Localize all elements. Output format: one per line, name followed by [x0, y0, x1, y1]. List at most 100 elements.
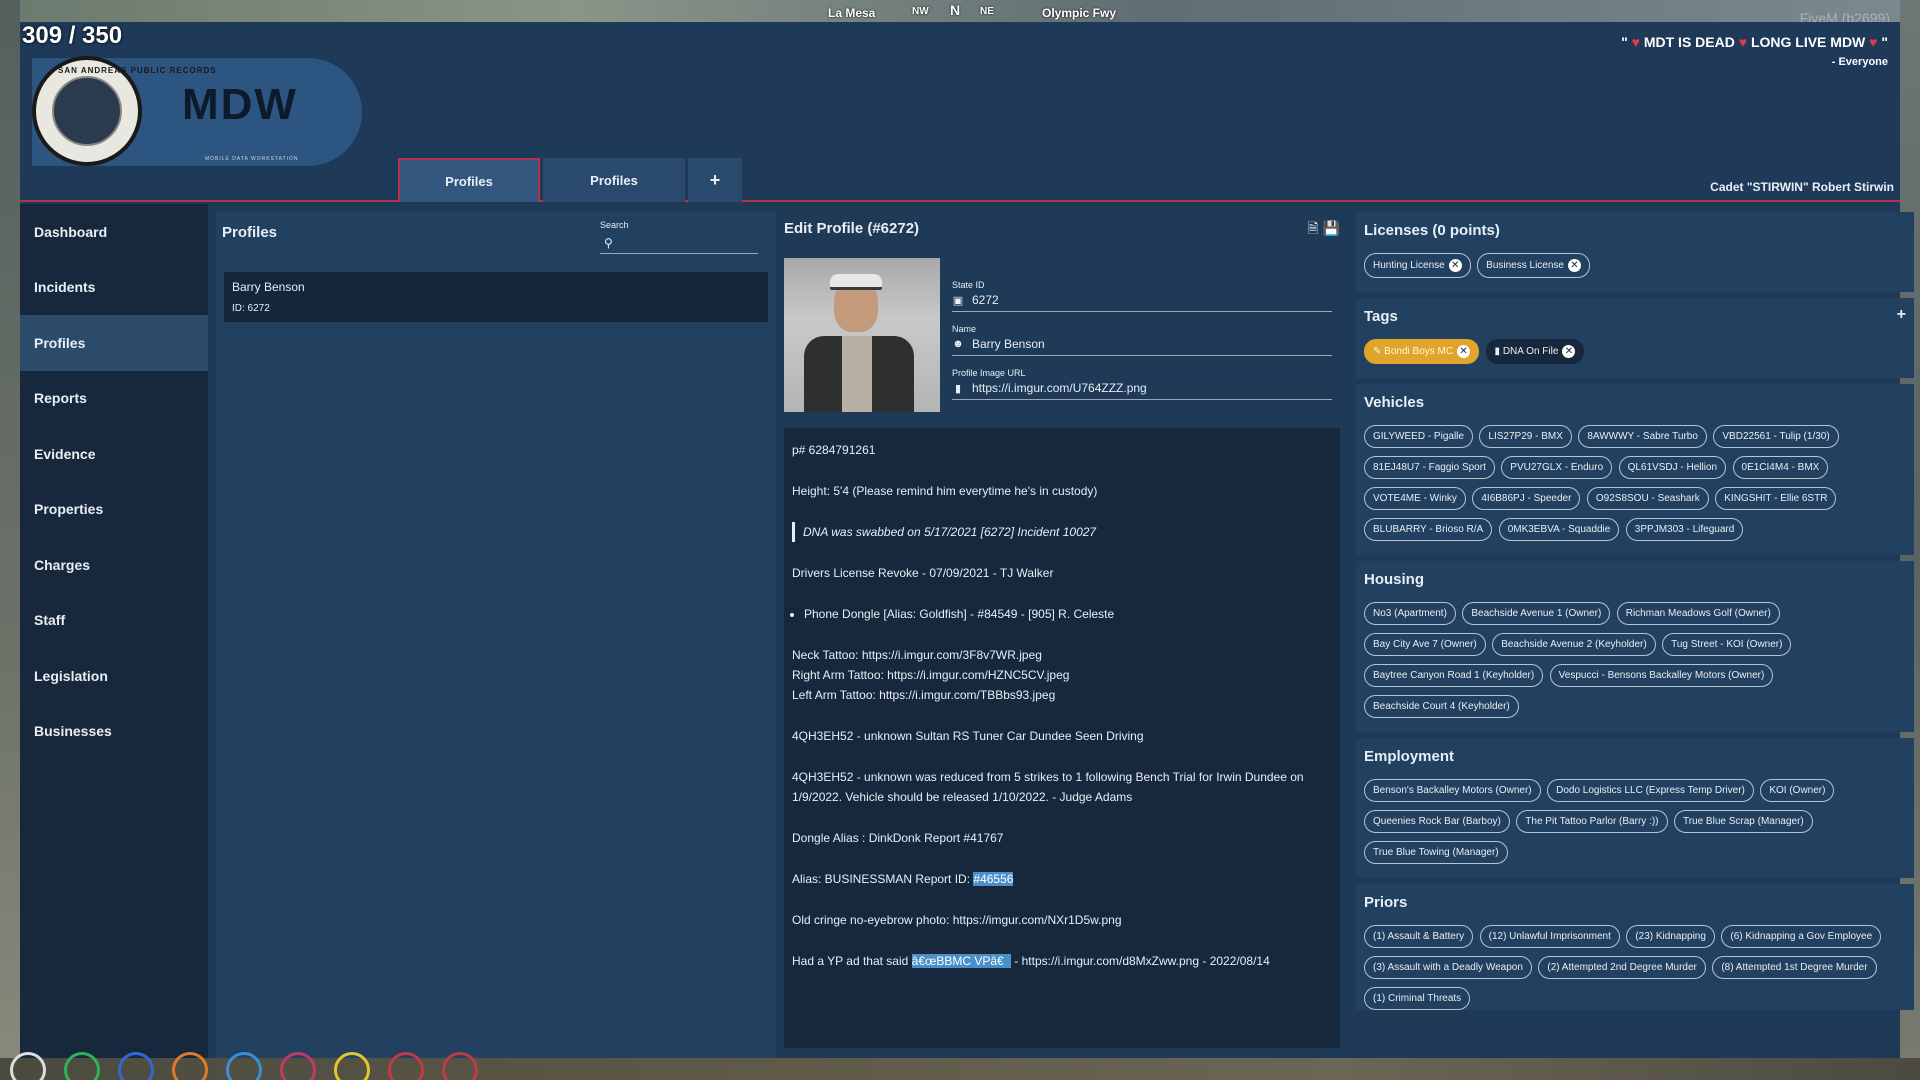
license-chip[interactable]: Hunting License ✕: [1364, 253, 1471, 278]
employment-chip[interactable]: KOI (Owner): [1760, 779, 1835, 802]
state-id-value: 6272: [972, 293, 999, 307]
sidebar-item-dashboard[interactable]: Dashboard: [20, 204, 208, 260]
housing-chip[interactable]: Vespucci - Bensons Backalley Motors (Own…: [1549, 664, 1774, 687]
sidebar-item-evidence[interactable]: Evidence: [20, 426, 208, 482]
edit-actions: 🗎 💾: [1307, 218, 1340, 242]
state-id-input[interactable]: ▣ 6272: [952, 293, 1332, 312]
close-icon[interactable]: ✕: [1448, 259, 1462, 272]
radio-icon: [442, 1052, 478, 1080]
note-line: Old cringe no-eyebrow photo: https://img…: [792, 913, 1122, 927]
vehicle-chip[interactable]: VOTE4ME - Winky: [1364, 487, 1466, 510]
name-label: Name: [952, 324, 977, 334]
housing-chip[interactable]: Beachside Court 4 (Keyholder): [1364, 695, 1519, 718]
profile-notes-editor[interactable]: p# 6284791261 Height: 5'4 (Please remind…: [784, 428, 1340, 1048]
prior-chip[interactable]: (3) Assault with a Deadly Weapon: [1364, 956, 1532, 979]
close-icon[interactable]: ✕: [1568, 259, 1581, 272]
vehicle-chip[interactable]: 3PPJM303 - Lifeguard: [1625, 518, 1744, 541]
employment-chip[interactable]: Benson's Backalley Motors (Owner): [1364, 779, 1541, 802]
prior-chip[interactable]: (23) Kidnapping: [1626, 925, 1715, 948]
logo-subtitle: MOBILE DATA WORKSTATION: [205, 156, 299, 162]
vehicles-title: Vehicles: [1364, 394, 1425, 411]
housing-chip[interactable]: Richman Meadows Golf (Owner): [1616, 602, 1780, 625]
employment-chip[interactable]: Dodo Logistics LLC (Express Temp Driver): [1547, 779, 1754, 802]
oxygen-icon: [118, 1052, 154, 1080]
license-chip[interactable]: Business License ✕: [1477, 253, 1590, 278]
name-input[interactable]: ☻ Barry Benson: [952, 337, 1332, 356]
prior-chip[interactable]: (12) Unlawful Imprisonment: [1479, 925, 1620, 948]
housing-chip[interactable]: No3 (Apartment): [1364, 602, 1456, 625]
game-world-top: La Mesa NW N NE Olympic Fwy FiveM (b2699…: [0, 0, 1920, 26]
vehicle-list: GILYWEED - Pigalle LIS27P29 - BMX 8AWWWY…: [1364, 425, 1906, 549]
tab-profiles[interactable]: Profiles: [543, 158, 685, 202]
vehicle-chip[interactable]: 8AWWWY - Sabre Turbo: [1578, 425, 1707, 448]
prior-chip[interactable]: (1) Criminal Threats: [1364, 987, 1471, 1010]
new-document-icon[interactable]: 🗎: [1307, 220, 1318, 236]
employment-chip[interactable]: True Blue Scrap (Manager): [1673, 810, 1813, 833]
alias-id-highlight: #46556: [973, 872, 1014, 886]
image-url-input[interactable]: ▮ https://i.imgur.com/U764ZZZ.png: [952, 381, 1332, 400]
housing-chip[interactable]: Beachside Avenue 2 (Keyholder): [1492, 633, 1656, 656]
search-input[interactable]: ⚲: [600, 232, 758, 254]
banner-main-2: LONG LIVE MDW: [1750, 34, 1866, 50]
close-icon[interactable]: ✕: [1457, 345, 1471, 358]
vehicle-chip[interactable]: VBD22561 - Tulip (1/30): [1713, 425, 1839, 448]
housing-chip[interactable]: Tug Street - KOI (Owner): [1662, 633, 1792, 656]
clipboard-icon: ▮: [954, 382, 962, 395]
add-tag-button[interactable]: +: [1897, 306, 1906, 324]
sidebar-item-staff[interactable]: Staff: [20, 593, 208, 649]
mdw-window: SAN ANDREAS PUBLIC RECORDS MDW MOBILE DA…: [20, 22, 1914, 1058]
tag-chip[interactable]: ✎ Bondi Boys MC ✕: [1364, 339, 1480, 364]
vehicle-chip[interactable]: PVU27GLX - Enduro: [1501, 456, 1613, 479]
vehicle-chip[interactable]: QL61VSDJ - Hellion: [1618, 456, 1727, 479]
note-line: Had a YP ad that said â€œBBMC VPâ€ - ht…: [792, 951, 1332, 971]
vehicle-chip[interactable]: 81EJ48U7 - Faggio Sport: [1364, 456, 1495, 479]
vehicle-chip[interactable]: LIS27P29 - BMX: [1479, 425, 1572, 448]
vehicle-chip[interactable]: 0MK3EBVA - Squaddie: [1498, 518, 1620, 541]
vehicle-chip[interactable]: KINGSHIT - Ellie 6STR: [1715, 487, 1837, 510]
vehicle-chip[interactable]: BLUBARRY - Brioso R/A: [1364, 518, 1493, 541]
image-url-field: Profile Image URL ▮ https://i.imgur.com/…: [952, 368, 1332, 400]
add-tab-button[interactable]: +: [688, 158, 742, 202]
sidebar-item-profiles[interactable]: Profiles: [20, 315, 208, 371]
profile-result-row[interactable]: Barry Benson ID: 6272: [224, 272, 768, 322]
vehicle-chip[interactable]: GILYWEED - Pigalle: [1364, 425, 1473, 448]
stamina-icon: [334, 1052, 370, 1080]
sidebar-item-legislation[interactable]: Legislation: [20, 648, 208, 704]
housing-chip[interactable]: Beachside Avenue 1 (Owner): [1462, 602, 1611, 625]
save-icon[interactable]: 💾: [1323, 220, 1340, 236]
tags-title: Tags: [1364, 308, 1398, 325]
sidebar-item-businesses[interactable]: Businesses: [20, 704, 208, 760]
note-line: Right Arm Tattoo: https://i.imgur.com/HZ…: [792, 668, 1070, 682]
employment-chip[interactable]: The Pit Tattoo Parlor (Barry :)): [1516, 810, 1668, 833]
close-icon[interactable]: ✕: [1562, 345, 1576, 358]
tag-chip[interactable]: ▮ DNA On File ✕: [1485, 339, 1585, 364]
housing-chip[interactable]: Baytree Canyon Road 1 (Keyholder): [1364, 664, 1544, 687]
thirst-icon: [226, 1052, 262, 1080]
tag-icon: ✎: [1373, 346, 1385, 357]
sidebar-item-reports[interactable]: Reports: [20, 371, 208, 427]
armor-icon: [64, 1052, 100, 1080]
sidebar-item-properties[interactable]: Properties: [20, 482, 208, 538]
vehicle-chip[interactable]: O92S8SOU - Seashark: [1586, 487, 1709, 510]
edit-profile-panel: Edit Profile (#6272) 🗎 💾 State ID ▣ 6272…: [782, 212, 1350, 1058]
prior-chip[interactable]: (2) Attempted 2nd Degree Murder: [1538, 956, 1706, 979]
employment-chip[interactable]: Queenies Rock Bar (Barboy): [1364, 810, 1510, 833]
license-label: Business License: [1486, 260, 1564, 271]
state-id-field: State ID ▣ 6272: [952, 280, 1332, 312]
street-label: La Mesa: [828, 6, 876, 20]
prior-chip[interactable]: (1) Assault & Battery: [1364, 925, 1474, 948]
housing-chip[interactable]: Bay City Ave 7 (Owner): [1364, 633, 1486, 656]
tab-profiles-active[interactable]: Profiles: [398, 158, 540, 202]
vehicle-chip[interactable]: 4I6B86PJ - Speeder: [1472, 487, 1581, 510]
prior-chip[interactable]: (8) Attempted 1st Degree Murder: [1712, 956, 1877, 979]
employment-chip[interactable]: True Blue Towing (Manager): [1364, 841, 1508, 864]
note-list: Phone Dongle [Alias: Goldfish] - #84549 …: [804, 604, 1332, 624]
name-value: Barry Benson: [972, 337, 1045, 351]
sidebar-item-charges[interactable]: Charges: [20, 537, 208, 593]
state-id-label: State ID: [952, 280, 985, 290]
prior-chip[interactable]: (6) Kidnapping a Gov Employee: [1721, 925, 1882, 948]
housing-card: Housing No3 (Apartment) Beachside Avenue…: [1356, 561, 1914, 732]
sidebar-item-incidents[interactable]: Incidents: [20, 260, 208, 316]
vehicles-card: Vehicles GILYWEED - Pigalle LIS27P29 - B…: [1356, 384, 1914, 555]
vehicle-chip[interactable]: 0E1CI4M4 - BMX: [1732, 456, 1829, 479]
